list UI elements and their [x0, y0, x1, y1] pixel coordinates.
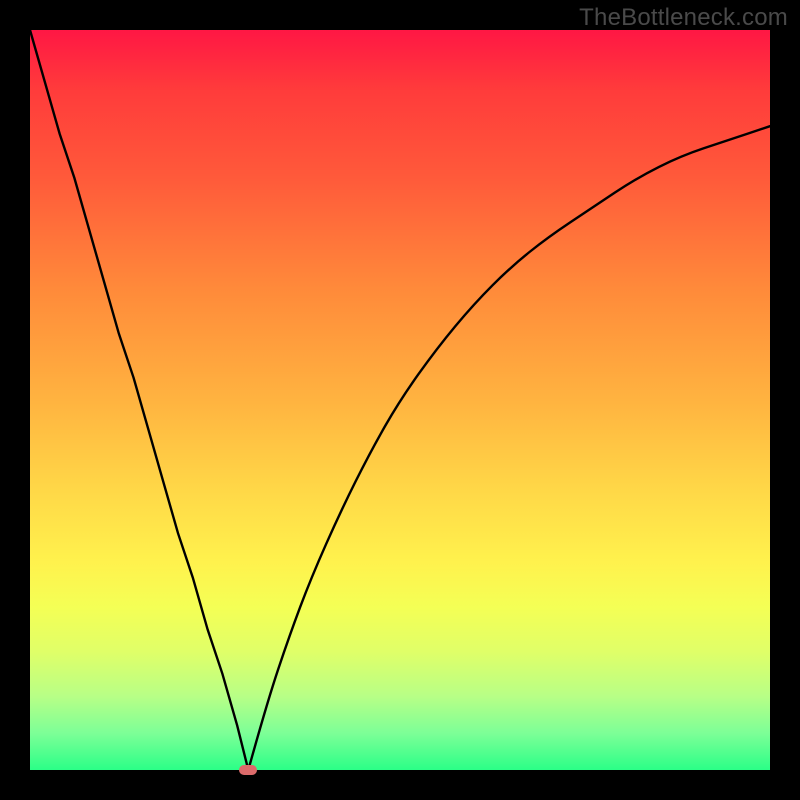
- minimum-marker: [239, 765, 257, 775]
- curve-layer: [30, 30, 770, 770]
- bottleneck-curve-left: [30, 30, 248, 770]
- plot-area: [30, 30, 770, 770]
- bottleneck-curve-right: [248, 126, 770, 770]
- chart-frame: TheBottleneck.com: [0, 0, 800, 800]
- watermark-text: TheBottleneck.com: [579, 4, 788, 32]
